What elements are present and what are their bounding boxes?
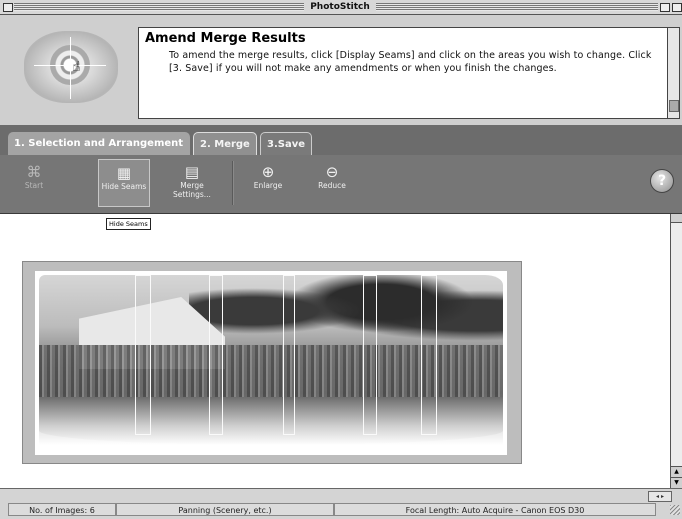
instruction-box: Amend Merge Results To amend the merge r…: [138, 27, 668, 119]
step-illustration: ☝: [8, 23, 134, 113]
instruction-header: ☝ Amend Merge Results To amend the merge…: [0, 15, 682, 125]
hide-seams-button[interactable]: ▦ Hide Seams: [98, 159, 150, 207]
canvas-vertical-scrollbar[interactable]: ▲ ▼: [670, 214, 682, 488]
hide-seams-tooltip: Hide Seams: [106, 218, 151, 230]
resize-grip[interactable]: [670, 505, 680, 515]
status-merge-mode: Panning (Scenery, etc.): [116, 503, 334, 516]
panorama-mat: [35, 271, 507, 455]
seam-marker[interactable]: [363, 275, 377, 435]
zoom-in-icon: ⊕: [261, 163, 275, 181]
step-tab-bar: 1. Selection and Arrangement 2. Merge 3.…: [0, 125, 682, 155]
scroll-up-button[interactable]: ▲: [671, 466, 682, 477]
status-focal-length: Focal Length: Auto Acquire - Canon EOS D…: [334, 503, 656, 516]
seam-marker[interactable]: [283, 275, 295, 435]
merged-panorama-image[interactable]: [39, 275, 503, 445]
title-bar-stripes-right: [376, 3, 658, 11]
tab-merge[interactable]: 2. Merge: [193, 132, 257, 155]
toolbar: ⌘ Start ▦ Hide Seams ▤ Merge Settings...…: [0, 155, 682, 214]
hand-pointer-icon: ☝: [72, 59, 81, 75]
status-bar: ◂ ▸ No. of Images: 6 Panning (Scenery, e…: [0, 488, 682, 519]
hide-seams-label: Hide Seams: [101, 182, 147, 191]
instruction-scrollbar[interactable]: [668, 27, 680, 119]
title-bar[interactable]: PhotoStitch: [0, 0, 682, 15]
tab-save[interactable]: 3.Save: [260, 132, 312, 155]
collapse-box-button[interactable]: [672, 3, 682, 12]
instruction-scroll-thumb[interactable]: [669, 100, 679, 112]
settings-icon: ▤: [184, 163, 200, 181]
start-label: Start: [24, 181, 44, 190]
start-icon: ⌘: [26, 163, 42, 181]
zoom-out-icon: ⊖: [325, 163, 339, 181]
merge-settings-label: Merge Settings...: [173, 181, 211, 199]
reduce-label: Reduce: [318, 181, 346, 190]
seam-marker[interactable]: [421, 275, 437, 435]
grid-icon: ▦: [116, 164, 132, 182]
title-bar-stripes-left: [14, 3, 304, 11]
preview-canvas[interactable]: [0, 214, 670, 488]
reduce-button[interactable]: ⊖ Reduce: [306, 159, 358, 207]
merge-settings-button[interactable]: ▤ Merge Settings...: [166, 159, 218, 207]
tab-selection-and-arrangement[interactable]: 1. Selection and Arrangement: [8, 132, 190, 155]
toolbar-divider: [232, 161, 234, 205]
enlarge-label: Enlarge: [253, 181, 283, 190]
start-button[interactable]: ⌘ Start: [8, 159, 60, 207]
illustration-seam-vertical: [70, 37, 71, 99]
status-image-count: No. of Images: 6: [8, 503, 116, 516]
zoom-box-button[interactable]: [660, 3, 670, 12]
enlarge-button[interactable]: ⊕ Enlarge: [242, 159, 294, 207]
horizontal-scroll-arrows[interactable]: ◂ ▸: [648, 491, 672, 502]
panorama-frame: [22, 261, 522, 464]
scroll-top-button[interactable]: [671, 214, 682, 223]
help-button[interactable]: ?: [650, 169, 674, 193]
seam-marker[interactable]: [135, 275, 151, 435]
seam-marker[interactable]: [209, 275, 223, 435]
step-title: Amend Merge Results: [145, 31, 306, 46]
step-instructions: To amend the merge results, click [Displ…: [169, 50, 652, 74]
close-box-button[interactable]: [3, 3, 13, 12]
window-title: PhotoStitch: [304, 0, 376, 14]
scroll-down-button[interactable]: ▼: [671, 477, 682, 488]
